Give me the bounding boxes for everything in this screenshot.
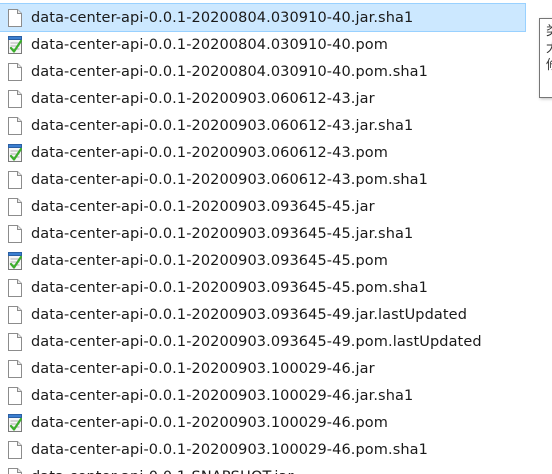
blank-file-icon bbox=[8, 278, 22, 297]
blank-file-icon bbox=[8, 89, 22, 108]
file-name: data-center-api-0.0.1-SNAPSHOT.jar bbox=[31, 469, 294, 474]
file-row[interactable]: data-center-api-0.0.1-20200903.060612-43… bbox=[0, 139, 552, 166]
file-name: data-center-api-0.0.1-20200903.093645-45… bbox=[31, 279, 428, 296]
file-row[interactable]: data-center-api-0.0.1-SNAPSHOT.jar bbox=[0, 463, 552, 474]
file-name: data-center-api-0.0.1-20200903.100029-46… bbox=[31, 360, 375, 377]
file-name: data-center-api-0.0.1-20200903.093645-49… bbox=[31, 333, 482, 350]
file-row[interactable]: data-center-api-0.0.1-20200903.060612-43… bbox=[0, 85, 552, 112]
tooltip-line: 大 bbox=[546, 40, 552, 57]
blank-file-icon bbox=[8, 224, 22, 243]
file-row[interactable]: data-center-api-0.0.1-20200903.093645-49… bbox=[0, 301, 552, 328]
blank-file-icon bbox=[8, 467, 22, 474]
file-name: data-center-api-0.0.1-20200804.030910-40… bbox=[31, 63, 428, 80]
blank-file-icon bbox=[8, 62, 22, 81]
file-row[interactable]: data-center-api-0.0.1-20200804.030910-40… bbox=[0, 31, 552, 58]
file-row[interactable]: data-center-api-0.0.1-20200903.060612-43… bbox=[0, 112, 552, 139]
file-name: data-center-api-0.0.1-20200903.093645-45… bbox=[31, 198, 375, 215]
file-row[interactable]: data-center-api-0.0.1-20200903.093645-45… bbox=[0, 274, 552, 301]
file-name: data-center-api-0.0.1-20200903.100029-46… bbox=[31, 414, 388, 431]
file-name: data-center-api-0.0.1-20200903.093645-45… bbox=[31, 252, 388, 269]
notepad-file-icon bbox=[8, 413, 22, 432]
file-name: data-center-api-0.0.1-20200903.093645-49… bbox=[31, 306, 468, 323]
blank-file-icon bbox=[8, 359, 22, 378]
blank-file-icon bbox=[8, 8, 22, 27]
file-row[interactable]: data-center-api-0.0.1-20200903.093645-45… bbox=[0, 247, 552, 274]
file-name: data-center-api-0.0.1-20200903.060612-43… bbox=[31, 90, 375, 107]
blank-file-icon bbox=[8, 386, 22, 405]
file-name: data-center-api-0.0.1-20200903.100029-46… bbox=[31, 441, 428, 458]
file-row[interactable]: data-center-api-0.0.1-20200903.093645-49… bbox=[0, 328, 552, 355]
notepad-file-icon bbox=[8, 251, 22, 270]
file-name: data-center-api-0.0.1-20200903.060612-43… bbox=[31, 117, 414, 134]
file-name: data-center-api-0.0.1-20200903.060612-43… bbox=[31, 144, 388, 161]
file-name: data-center-api-0.0.1-20200903.093645-45… bbox=[31, 225, 414, 242]
file-row[interactable]: data-center-api-0.0.1-20200903.100029-46… bbox=[0, 355, 552, 382]
blank-file-icon bbox=[8, 197, 22, 216]
blank-file-icon bbox=[8, 440, 22, 459]
file-explorer-view: data-center-api-0.0.1-20200804.030910-40… bbox=[0, 0, 552, 474]
notepad-file-icon bbox=[8, 35, 22, 54]
tooltip-line: 类 bbox=[546, 23, 552, 40]
file-row[interactable]: data-center-api-0.0.1-20200804.030910-40… bbox=[0, 3, 526, 32]
blank-file-icon bbox=[8, 116, 22, 135]
file-name: data-center-api-0.0.1-20200804.030910-40… bbox=[31, 9, 414, 26]
file-row[interactable]: data-center-api-0.0.1-20200903.093645-45… bbox=[0, 220, 552, 247]
file-row[interactable]: data-center-api-0.0.1-20200903.100029-46… bbox=[0, 382, 552, 409]
notepad-file-icon bbox=[8, 143, 22, 162]
blank-file-icon bbox=[8, 332, 22, 351]
file-name: data-center-api-0.0.1-20200804.030910-40… bbox=[31, 36, 388, 53]
file-row[interactable]: data-center-api-0.0.1-20200903.093645-45… bbox=[0, 193, 552, 220]
tooltip-line: 修 bbox=[546, 57, 552, 74]
blank-file-icon bbox=[8, 170, 22, 189]
file-name: data-center-api-0.0.1-20200903.060612-43… bbox=[31, 171, 428, 188]
file-list: data-center-api-0.0.1-20200804.030910-40… bbox=[0, 3, 552, 474]
file-row[interactable]: data-center-api-0.0.1-20200903.100029-46… bbox=[0, 436, 552, 463]
file-row[interactable]: data-center-api-0.0.1-20200804.030910-40… bbox=[0, 58, 552, 85]
blank-file-icon bbox=[8, 305, 22, 324]
file-name: data-center-api-0.0.1-20200903.100029-46… bbox=[31, 387, 414, 404]
file-row[interactable]: data-center-api-0.0.1-20200903.100029-46… bbox=[0, 409, 552, 436]
file-row[interactable]: data-center-api-0.0.1-20200903.060612-43… bbox=[0, 166, 552, 193]
file-tooltip: 类 大 修 bbox=[539, 18, 552, 98]
